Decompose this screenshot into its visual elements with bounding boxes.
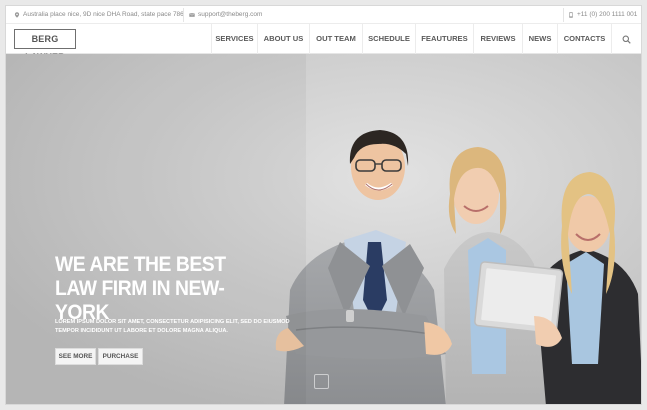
hero-title: WE ARE THE BEST LAW FIRM IN NEW-YORK <box>55 253 226 324</box>
search-icon <box>622 35 631 44</box>
envelope-icon <box>189 13 195 17</box>
main-nav: SERVICES ABOUT US OUT TEAM SCHEDULE FEAU… <box>211 24 641 54</box>
address-info: Australia place nice, 9D nice DHA Road, … <box>14 6 184 24</box>
nav-item-services[interactable]: SERVICES <box>211 24 257 54</box>
purchase-button[interactable]: PURCHASE <box>98 348 143 365</box>
search-button[interactable] <box>611 24 641 54</box>
nav-item-reviews[interactable]: REVIEWS <box>473 24 522 54</box>
map-pin-icon <box>14 12 20 18</box>
phone-text: +11 (0) 200 1111 001 <box>577 11 638 18</box>
nav-item-news[interactable]: NEWS <box>522 24 557 54</box>
divider <box>183 8 184 22</box>
slider-indicator[interactable] <box>314 374 329 389</box>
email-info[interactable]: support@theberg.com <box>189 6 262 24</box>
nav-item-features[interactable]: FEAUTURES <box>415 24 473 54</box>
page-frame: Australia place nice, 9D nice DHA Road, … <box>5 5 642 405</box>
nav-item-schedule[interactable]: SCHEDULE <box>362 24 415 54</box>
site-logo[interactable]: BERG LAWYER <box>14 29 76 62</box>
hero-subtitle: LOREM IPSUM DOLOR SIT AMET, CONSECTETUR … <box>55 319 290 334</box>
top-info-bar: Australia place nice, 9D nice DHA Road, … <box>6 6 641 24</box>
nav-item-contacts[interactable]: CONTACTS <box>557 24 611 54</box>
main-navbar: BERG LAWYER SERVICES ABOUT US OUT TEAM S… <box>6 24 641 62</box>
divider <box>563 8 564 22</box>
hero-section: WE ARE THE BEST LAW FIRM IN NEW-YORK LOR… <box>6 54 641 404</box>
phone-info: +11 (0) 200 1111 001 <box>568 6 637 24</box>
email-text[interactable]: support@theberg.com <box>198 6 262 24</box>
see-more-button[interactable]: SEE MORE <box>55 348 96 365</box>
nav-item-about-us[interactable]: ABOUT US <box>257 24 309 54</box>
phone-icon <box>569 12 573 18</box>
nav-item-our-team[interactable]: OUT TEAM <box>309 24 362 54</box>
address-text: Australia place nice, 9D nice DHA Road, … <box>23 11 184 18</box>
